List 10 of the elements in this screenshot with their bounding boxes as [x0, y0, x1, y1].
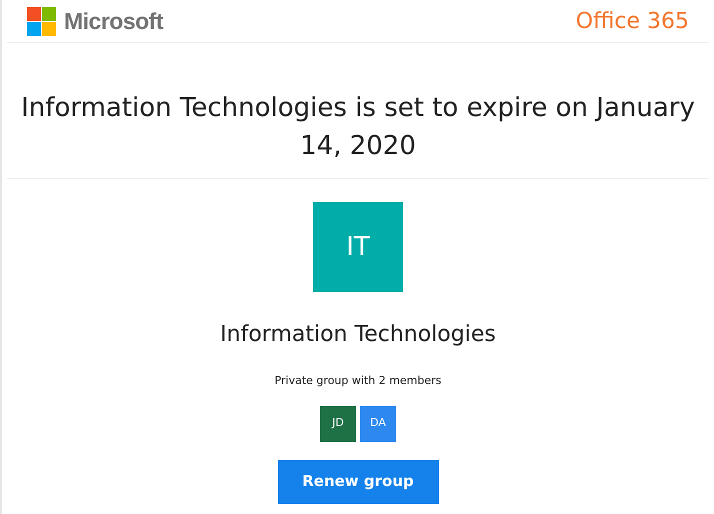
group-description: Private group with 2 members [274, 373, 442, 389]
logo-icon [27, 6, 56, 36]
product-name: Office 365 [576, 8, 689, 36]
group-tile: IT [313, 202, 403, 292]
expiry-heading: Information Technologies is set to expire on January 14, 2020 [7, 43, 709, 179]
brand-name: Microsoft [64, 6, 163, 36]
renew-button[interactable]: Renew group [278, 460, 438, 504]
group-name: Information Technologies [220, 321, 496, 349]
member-avatar: DA [360, 406, 396, 442]
member-avatar: JD [320, 406, 356, 442]
